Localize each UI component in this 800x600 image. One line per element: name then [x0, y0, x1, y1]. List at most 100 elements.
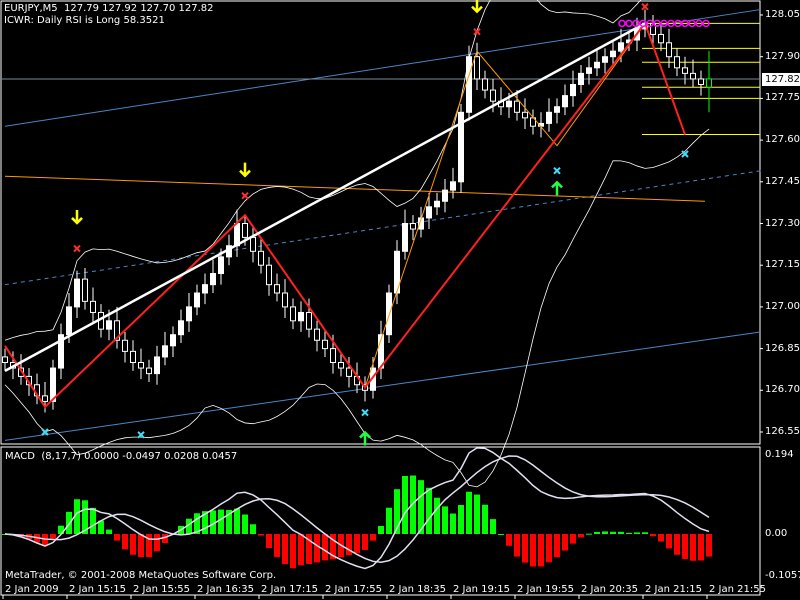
- macd-histogram-bar: [50, 534, 56, 539]
- candle-body: [314, 328, 320, 341]
- macd-histogram-bar: [682, 534, 688, 559]
- macd-histogram-bar: [354, 534, 360, 553]
- macd-histogram-bar: [370, 534, 376, 541]
- price-chart[interactable]: [0, 0, 800, 600]
- macd-histogram-bar: [666, 534, 672, 549]
- macd-histogram-bar: [578, 534, 584, 538]
- candle-body: [42, 395, 48, 402]
- macd-histogram-bar: [482, 504, 488, 534]
- candle-body: [146, 367, 152, 375]
- x-tick-label: 2 Jan 17:15: [261, 584, 318, 595]
- candle-body: [674, 56, 680, 69]
- candle-body: [410, 223, 416, 230]
- candle-body: [106, 320, 112, 330]
- sell-x-icon: [73, 244, 81, 253]
- y-tick-label: 127.45: [765, 175, 800, 187]
- macd-histogram-bar: [154, 534, 160, 552]
- candle-body: [690, 72, 696, 80]
- candle-body: [562, 95, 568, 108]
- y-tick-label: 128.05: [765, 9, 800, 20]
- x-tick-label: 2 Jan 21:15: [645, 584, 702, 595]
- x-tick-label: 2 Jan 15:15: [69, 584, 126, 595]
- macd-histogram-bar: [450, 513, 456, 534]
- candle-body: [434, 200, 440, 208]
- y-tick-label: 127.15: [765, 259, 800, 271]
- y-tick-label: 127.30: [765, 217, 800, 229]
- candle-body: [346, 367, 352, 377]
- macd-histogram-bar: [322, 534, 328, 561]
- macd-axis-zero: 0.00: [765, 528, 788, 539]
- macd-histogram-bar: [626, 532, 632, 534]
- macd-histogram-bar: [506, 534, 512, 546]
- macd-histogram-bar: [554, 534, 560, 558]
- candle-body: [514, 100, 520, 113]
- magenta-circle-marker: [625, 19, 633, 28]
- candle-body: [218, 256, 224, 275]
- buy-x-icon: [361, 408, 369, 417]
- macd-histogram-bar: [122, 534, 128, 550]
- macd-histogram-bar: [594, 531, 600, 534]
- macd-histogram-bar: [346, 534, 352, 556]
- macd-histogram-bar: [290, 534, 296, 569]
- x-tick-label: 2 Jan 19:15: [453, 584, 510, 595]
- x-tick-label: 2 Jan 18:35: [389, 584, 446, 595]
- candle-body: [322, 339, 328, 350]
- y-tick-label: 127.90: [765, 50, 800, 62]
- candle-body: [682, 67, 688, 74]
- candle-body: [306, 311, 312, 330]
- y-tick-label: 127.75: [765, 92, 800, 104]
- x-tick-label: 2 Jan 17:55: [325, 584, 382, 595]
- candle-body: [290, 306, 296, 322]
- y-tick-label: 126.85: [765, 342, 800, 354]
- macd-histogram-bar: [266, 534, 272, 549]
- macd-histogram-bar: [378, 525, 384, 534]
- candle-body: [610, 50, 616, 58]
- buy-x-icon: [681, 150, 689, 158]
- macd-histogram-bar: [634, 532, 640, 534]
- candle-body: [298, 311, 304, 322]
- sell-x-icon: [473, 27, 481, 36]
- sell-x-icon: [641, 2, 649, 11]
- rsi-indicator-label: ICWR: Daily RSI is Long 58.3521: [4, 15, 165, 26]
- candle-body: [282, 292, 288, 308]
- candle-body: [234, 223, 240, 247]
- macd-histogram-bar: [66, 511, 72, 534]
- macd-histogram-bar: [562, 534, 568, 551]
- x-tick-label: 2 Jan 15:55: [133, 584, 190, 595]
- bollinger-upper: [4, 0, 642, 341]
- candle-body: [122, 339, 128, 352]
- sell-x-icon: [241, 191, 249, 200]
- candle-body: [618, 42, 624, 52]
- macd-histogram-bar: [362, 534, 368, 550]
- candle-body: [546, 111, 552, 124]
- buy-x-icon: [553, 166, 561, 175]
- x-tick-label: 2 Jan 2009: [5, 584, 59, 595]
- macd-histogram-bar: [218, 509, 224, 534]
- macd-histogram-bar: [138, 534, 144, 558]
- candle-body: [578, 72, 584, 85]
- candle-body: [386, 292, 392, 336]
- symbol-ohlc-label: EURJPY,M5 127.79 127.92 127.70 127.82: [4, 3, 214, 14]
- candle-body: [82, 278, 88, 302]
- candle-body: [570, 84, 576, 97]
- macd-histogram-bar: [530, 534, 536, 567]
- candle-body: [482, 78, 488, 91]
- channel-mid-line: [4, 170, 762, 286]
- candle-body: [466, 56, 472, 113]
- macd-histogram-bar: [498, 533, 504, 535]
- macd-histogram-bar: [522, 534, 528, 563]
- macd-histogram-bar: [618, 531, 624, 534]
- candle-body: [74, 278, 80, 308]
- macd-histogram-bar: [698, 534, 704, 561]
- candle-body: [154, 356, 160, 375]
- macd-label: MACD (8,17,7) 0.0000 -0.0497 0.0208 0.04…: [5, 451, 238, 462]
- candle-body: [706, 78, 712, 88]
- candle-body: [258, 250, 264, 266]
- candle-body: [506, 100, 512, 108]
- candle-body: [450, 181, 456, 191]
- macd-histogram-bar: [570, 534, 576, 544]
- y-tick-label: 126.55: [765, 426, 800, 437]
- candle-body: [442, 189, 448, 202]
- macd-histogram-bar: [442, 506, 448, 534]
- candle-body: [186, 306, 192, 322]
